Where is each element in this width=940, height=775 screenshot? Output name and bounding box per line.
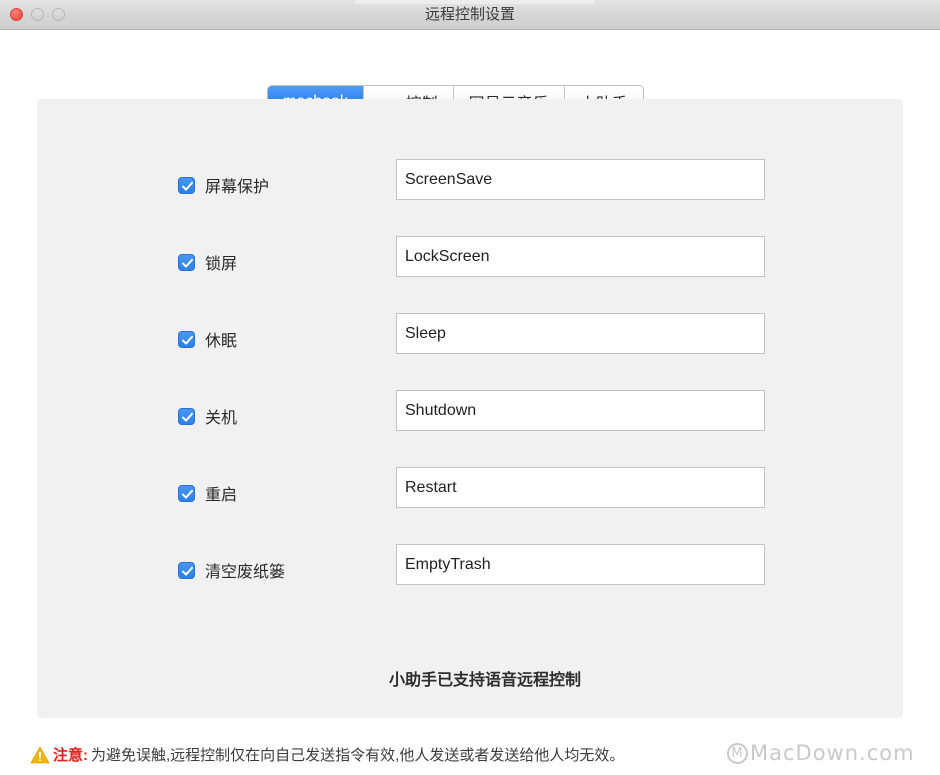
setting-row-lockscreen: 锁屏 LockScreen xyxy=(37,236,903,296)
checkbox-screensave[interactable] xyxy=(178,176,195,194)
checkbox-row-restart[interactable]: 重启 xyxy=(178,481,237,505)
label-shutdown: 关机 xyxy=(205,410,238,427)
input-sleep[interactable]: Sleep xyxy=(396,313,765,354)
setting-row-shutdown: 关机 Shutdown xyxy=(37,390,903,450)
setting-row-sleep: 休眠 Sleep xyxy=(37,313,903,373)
label-restart: 重启 xyxy=(205,487,238,504)
input-restart[interactable]: Restart xyxy=(396,467,765,508)
checkbox-sleep[interactable] xyxy=(178,330,195,348)
label-screensave: 屏幕保护 xyxy=(205,179,270,196)
voice-support-note-text: 小助手已支持语音远程控制 xyxy=(388,672,581,689)
checkbox-row-lockscreen[interactable]: 锁屏 xyxy=(178,250,237,274)
checkbox-restart[interactable] xyxy=(178,484,195,502)
checkbox-lockscreen[interactable] xyxy=(178,253,195,271)
input-screensave[interactable]: ScreenSave xyxy=(396,159,765,200)
warning-text: 为避免误触,远程控制仅在向自己发送指令有效,他人发送或者发送给他人均无效。 xyxy=(91,747,625,764)
setting-row-screensave: 屏幕保护 ScreenSave xyxy=(37,159,903,219)
checkbox-row-sleep[interactable]: 休眠 xyxy=(178,327,237,351)
window-title: 远程控制设置 xyxy=(424,6,515,23)
checkbox-shutdown[interactable] xyxy=(178,407,195,425)
watermark-logo-icon: M xyxy=(727,742,748,764)
window-titlebar: 远程控制设置 xyxy=(0,0,940,30)
checkbox-row-emptytrash[interactable]: 清空废纸篓 xyxy=(178,558,285,582)
label-sleep: 休眠 xyxy=(205,333,238,350)
label-lockscreen: 锁屏 xyxy=(205,256,238,273)
checkbox-row-screensave[interactable]: 屏幕保护 xyxy=(178,173,269,197)
input-lockscreen[interactable]: LockScreen xyxy=(396,236,765,277)
voice-support-note: 小助手已支持语音远程控制 xyxy=(37,666,903,690)
setting-row-restart: 重启 Restart xyxy=(37,467,903,527)
input-shutdown[interactable]: Shutdown xyxy=(396,390,765,431)
settings-panel: 屏幕保护 ScreenSave 锁屏 LockScreen 休眠 Sleep 关… xyxy=(37,99,903,718)
checkbox-row-shutdown[interactable]: 关机 xyxy=(178,404,237,428)
setting-row-emptytrash: 清空废纸篓 EmptyTrash xyxy=(37,544,903,604)
checkbox-emptytrash[interactable] xyxy=(178,561,195,579)
watermark-text: MacDown.com xyxy=(750,741,915,765)
watermark: M MacDown.com xyxy=(727,741,915,765)
label-emptytrash: 清空废纸篓 xyxy=(205,564,286,581)
input-emptytrash[interactable]: EmptyTrash xyxy=(396,544,765,585)
warning-triangle-icon xyxy=(30,746,50,763)
warning-bar: 注意: 为避免误触,远程控制仅在向自己发送指令有效,他人发送或者发送给他人均无效… xyxy=(30,744,624,765)
warning-label: 注意: xyxy=(53,747,88,764)
